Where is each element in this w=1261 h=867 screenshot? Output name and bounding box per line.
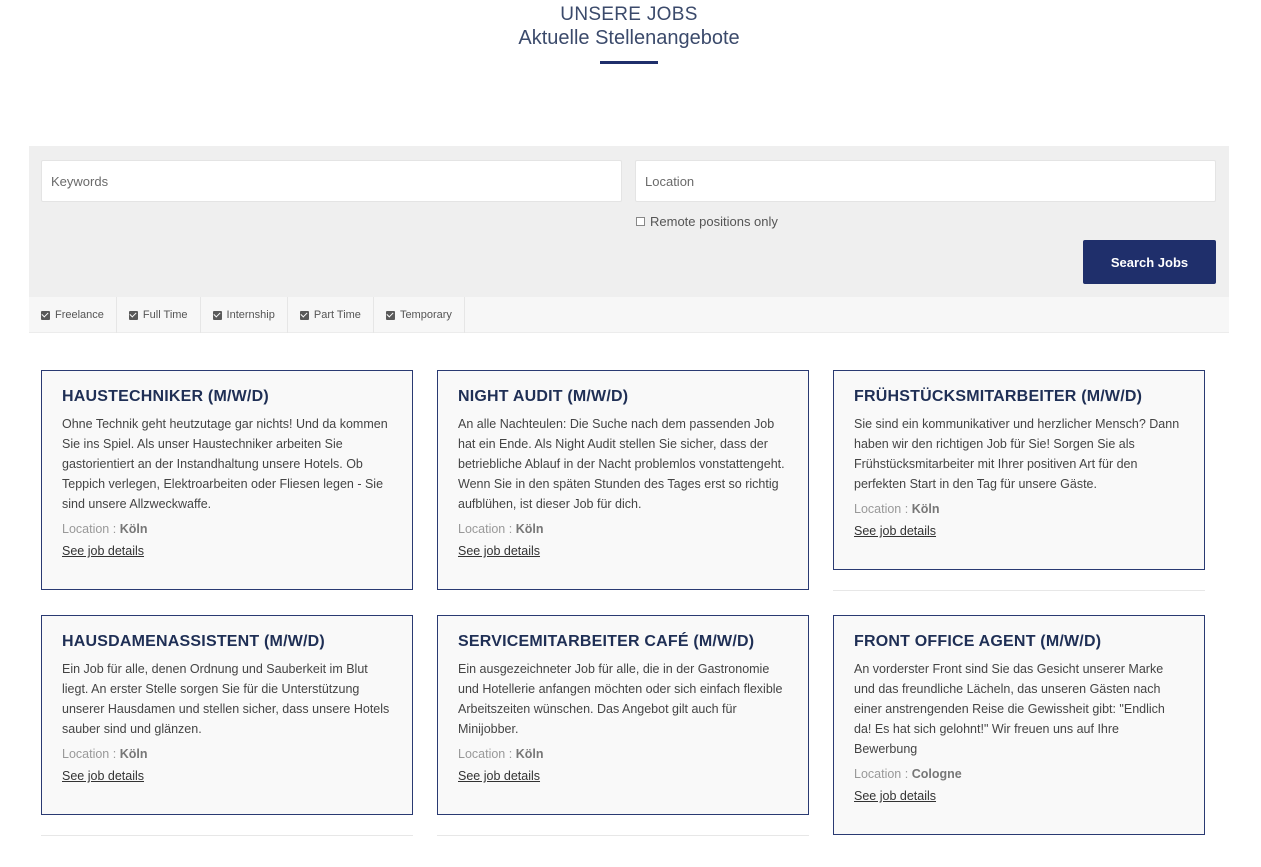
location-value: Köln bbox=[515, 522, 544, 536]
job-title: FRONT OFFICE AGENT (M/W/D) bbox=[854, 633, 1102, 650]
location-input[interactable] bbox=[635, 160, 1216, 202]
see-job-details-link[interactable]: See job details bbox=[854, 524, 936, 538]
job-description: Ein ausgezeichneter Job für alle, die in… bbox=[458, 662, 783, 736]
card-separator bbox=[833, 590, 1205, 591]
location-value: Köln bbox=[911, 502, 940, 516]
filter-label: Freelance bbox=[55, 309, 104, 321]
remote-only-checkbox[interactable] bbox=[636, 217, 645, 226]
see-job-details-link[interactable]: See job details bbox=[854, 789, 936, 803]
location-label: Location : bbox=[62, 522, 117, 536]
filter-freelance[interactable]: Freelance bbox=[29, 297, 117, 333]
filter-temporary[interactable]: Temporary bbox=[374, 297, 465, 333]
location-value: Köln bbox=[119, 747, 148, 761]
filter-part-time[interactable]: Part Time bbox=[288, 297, 374, 333]
see-job-details-link[interactable]: See job details bbox=[458, 544, 540, 558]
location-value: Köln bbox=[515, 747, 544, 761]
job-description: Sie sind ein kommunikativer und herzlich… bbox=[854, 417, 1180, 491]
job-title: FRÜHSTÜCKSMITARBEITER (M/W/D) bbox=[854, 388, 1143, 405]
filter-label: Internship bbox=[226, 309, 275, 321]
job-location: Location : Köln bbox=[458, 747, 788, 761]
location-label: Location : bbox=[458, 747, 513, 761]
job-location: Location : Köln bbox=[854, 502, 1184, 516]
job-type-filters: Freelance Full Time Internship Part Time… bbox=[29, 297, 1229, 333]
see-job-details-link[interactable]: See job details bbox=[458, 769, 540, 783]
location-label: Location : bbox=[62, 747, 117, 761]
see-job-details-link[interactable]: See job details bbox=[62, 544, 144, 558]
page-subtitle: Aktuelle Stellenangebote bbox=[518, 27, 740, 49]
job-description: An vorderster Front sind Sie das Gesicht… bbox=[854, 662, 1165, 756]
location-label: Location : bbox=[854, 502, 909, 516]
filter-label: Full Time bbox=[142, 309, 188, 321]
job-card-servicemitarbeiter-cafe: SERVICEMITARBEITER CAFÉ (M/W/D) Ein ausg… bbox=[437, 615, 809, 815]
job-description: Ein Job für alle, denen Ordnung und Saub… bbox=[62, 662, 390, 736]
job-card-night-audit: NIGHT AUDIT (M/W/D) An alle Nachteulen: … bbox=[437, 370, 809, 590]
keywords-input[interactable] bbox=[41, 160, 622, 202]
see-job-details-link[interactable]: See job details bbox=[62, 769, 144, 783]
filter-label: Temporary bbox=[399, 309, 452, 321]
search-jobs-button[interactable]: Search Jobs bbox=[1083, 240, 1216, 284]
page-title: UNSERE JOBS bbox=[560, 4, 698, 25]
job-title: HAUSDAMENASSISTENT (M/W/D) bbox=[62, 633, 325, 650]
remote-only-label: Remote positions only bbox=[650, 214, 778, 229]
job-card-fruehstuecksmitarbeiter: FRÜHSTÜCKSMITARBEITER (M/W/D) Sie sind e… bbox=[833, 370, 1205, 570]
location-label: Location : bbox=[458, 522, 513, 536]
remote-only-toggle[interactable]: Remote positions only bbox=[636, 214, 778, 229]
location-value: Cologne bbox=[911, 767, 962, 781]
checkbox-checked-icon[interactable] bbox=[41, 310, 50, 320]
filter-full-time[interactable]: Full Time bbox=[117, 297, 201, 333]
job-card-hausdamenassistent: HAUSDAMENASSISTENT (M/W/D) Ein Job für a… bbox=[41, 615, 413, 815]
job-title: NIGHT AUDIT (M/W/D) bbox=[458, 388, 629, 405]
job-card-haustechniker: HAUSTECHNIKER (M/W/D) Ohne Technik geht … bbox=[41, 370, 413, 590]
location-value: Köln bbox=[119, 522, 148, 536]
job-location: Location : Köln bbox=[458, 522, 788, 536]
filter-internship[interactable]: Internship bbox=[201, 297, 288, 333]
checkbox-checked-icon[interactable] bbox=[385, 310, 395, 320]
job-card-front-office-agent: FRONT OFFICE AGENT (M/W/D) An vorderster… bbox=[833, 615, 1205, 835]
filter-label: Part Time bbox=[313, 309, 361, 321]
card-separator bbox=[41, 835, 413, 836]
job-description: An alle Nachteulen: Die Suche nach dem p… bbox=[458, 417, 785, 511]
card-separator bbox=[437, 835, 809, 836]
location-label: Location : bbox=[854, 767, 909, 781]
job-location: Location : Cologne bbox=[854, 767, 1184, 781]
title-underline bbox=[600, 61, 658, 64]
checkbox-checked-icon[interactable] bbox=[299, 310, 309, 320]
job-location: Location : Köln bbox=[62, 747, 392, 761]
job-description: Ohne Technik geht heutzutage gar nichts!… bbox=[62, 417, 388, 511]
checkbox-checked-icon[interactable] bbox=[212, 310, 222, 320]
search-panel: Remote positions only Search Jobs bbox=[29, 146, 1229, 297]
checkbox-checked-icon[interactable] bbox=[128, 310, 138, 320]
job-title: SERVICEMITARBEITER CAFÉ (M/W/D) bbox=[458, 633, 755, 650]
job-title: HAUSTECHNIKER (M/W/D) bbox=[62, 388, 269, 405]
page-header: UNSERE JOBS Aktuelle Stellenangebote bbox=[0, 4, 1258, 64]
job-location: Location : Köln bbox=[62, 522, 392, 536]
